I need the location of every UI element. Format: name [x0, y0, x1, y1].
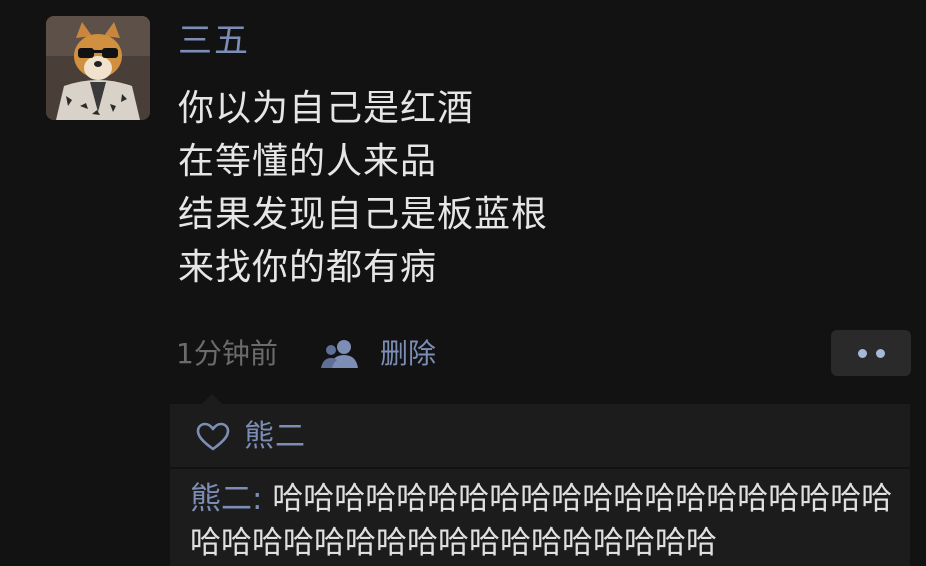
- post-line: 结果发现自己是板蓝根: [178, 194, 549, 235]
- post-timestamp: 1分钟前: [176, 337, 278, 370]
- post-line: 你以为自己是红酒: [178, 88, 475, 129]
- like-user-name[interactable]: 熊二: [244, 414, 306, 460]
- heart-icon: [196, 422, 230, 451]
- delete-link[interactable]: 删除: [380, 334, 436, 374]
- post-author-name[interactable]: 三五: [178, 16, 250, 66]
- comment-separator: :: [252, 481, 273, 517]
- comment-author[interactable]: 熊二: [190, 481, 252, 517]
- comment-box-caret: [202, 394, 222, 404]
- post-line: 在等懂的人来品: [178, 141, 438, 182]
- more-button[interactable]: [831, 330, 911, 376]
- dog-avatar-image: [46, 16, 150, 120]
- comment-text: 哈哈哈哈哈哈哈哈哈哈哈哈哈哈哈哈哈哈哈哈哈哈哈哈哈哈哈哈哈哈哈哈哈哈哈哈哈: [190, 481, 893, 561]
- moments-post: 三五 你以为自己是红酒 在等懂的人来品 结果发现自己是板蓝根 来找你的都有病 1…: [0, 0, 926, 566]
- likes-row: 熊二: [196, 414, 306, 460]
- post-content: 你以为自己是红酒 在等懂的人来品 结果发现自己是板蓝根 来找你的都有病: [178, 82, 548, 294]
- divider: [170, 467, 910, 469]
- user-icon: [321, 340, 358, 368]
- comment-item[interactable]: 熊二: 哈哈哈哈哈哈哈哈哈哈哈哈哈哈哈哈哈哈哈哈哈哈哈哈哈哈哈哈哈哈哈哈哈哈哈哈…: [190, 477, 902, 565]
- more-dots-icon: [875, 348, 885, 358]
- post-line: 来找你的都有病: [178, 247, 438, 288]
- more-dots-icon: [857, 348, 867, 358]
- avatar[interactable]: [46, 16, 150, 120]
